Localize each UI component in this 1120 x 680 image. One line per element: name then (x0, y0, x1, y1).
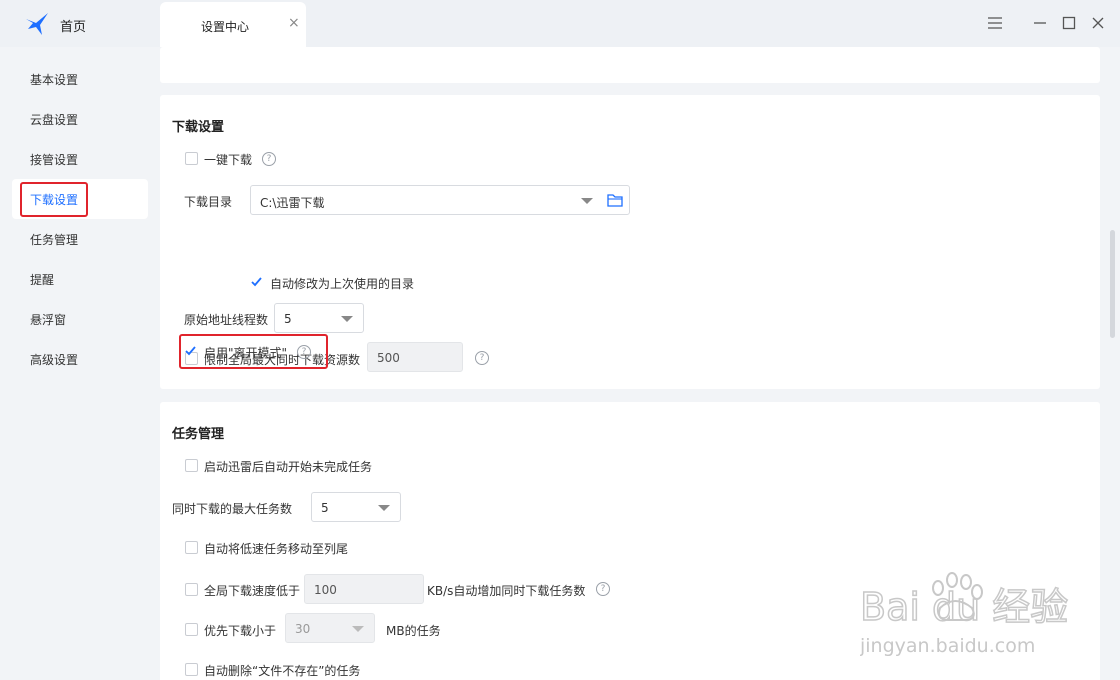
threads-label: 原始地址线程数 (184, 313, 269, 327)
sidebar-item-label: 接管设置 (30, 153, 79, 167)
minimize-icon[interactable] (1031, 14, 1049, 32)
download-dir-select[interactable]: C:\迅雷下载 (250, 185, 630, 215)
prefer-small-value: 30 (295, 622, 311, 636)
close-icon[interactable] (1089, 14, 1107, 32)
home-tab-label[interactable]: 首页 (60, 16, 86, 35)
speed-low-checkbox[interactable] (185, 583, 198, 596)
max-tasks-value: 5 (321, 501, 329, 515)
speed-low-input[interactable]: 100 (304, 574, 424, 604)
prefer-small-select[interactable]: 30 (285, 613, 375, 643)
limit-resources-input[interactable]: 500 (367, 342, 463, 372)
sidebar-item-label: 基本设置 (30, 73, 79, 87)
auto-start-checkbox[interactable] (185, 459, 198, 472)
tab-close-icon[interactable]: × (288, 16, 300, 30)
chevron-down-icon[interactable] (581, 198, 593, 204)
one-click-download-label: 一键下载 (204, 153, 253, 167)
limit-resources-value: 500 (377, 351, 400, 365)
sidebar-item-tasks[interactable]: 任务管理 (12, 219, 148, 259)
menu-icon[interactable] (986, 14, 1004, 32)
watermark-url: jingyan.baidu.com (860, 635, 1035, 657)
scrollbar[interactable] (1110, 230, 1115, 338)
previous-settings-card (160, 47, 1100, 83)
thunder-logo-icon[interactable] (24, 11, 50, 37)
title-bar: 首页 设置中心 × (0, 0, 1120, 47)
help-icon[interactable]: ? (262, 152, 276, 166)
tab-settings-center[interactable]: 设置中心 × (160, 2, 306, 47)
sidebar-item-cloud[interactable]: 云盘设置 (12, 99, 148, 139)
chevron-down-icon[interactable] (341, 316, 353, 322)
sidebar-item-floating-window[interactable]: 悬浮窗 (12, 299, 148, 339)
settings-sidebar: 基本设置 云盘设置 接管设置 下载设置 任务管理 提醒 悬浮窗 高级设置 (0, 47, 160, 680)
baidu-paw-logo: Bai du 经验 jingyan.baidu.com (859, 572, 1069, 657)
help-icon[interactable]: ? (475, 351, 489, 365)
download-dir-label: 下载目录 (184, 195, 233, 209)
help-icon[interactable]: ? (596, 582, 610, 596)
speed-low-suffix: KB/s自动增加同时下载任务数 (427, 584, 586, 598)
maximize-icon[interactable] (1060, 14, 1078, 32)
highlight-box (179, 334, 328, 369)
folder-icon[interactable] (607, 193, 623, 207)
auto-modify-checkbox[interactable] (250, 275, 263, 288)
watermark-brand: Bai du 经验 (860, 585, 1068, 629)
sidebar-item-label: 云盘设置 (30, 113, 79, 127)
section-title: 下载设置 (172, 120, 225, 135)
auto-start-label: 启动迅雷后自动开始未完成任务 (204, 460, 373, 474)
highlight-box (20, 182, 88, 217)
sidebar-item-reminder[interactable]: 提醒 (12, 259, 148, 299)
prefer-small-label: 优先下载小于 (204, 624, 277, 638)
sidebar-item-takeover[interactable]: 接管设置 (12, 139, 148, 179)
prefer-small-suffix: MB的任务 (386, 624, 441, 638)
speed-low-label: 全局下载速度低于 (204, 584, 301, 598)
sidebar-item-label: 任务管理 (30, 233, 79, 247)
speed-low-value: 100 (314, 583, 337, 597)
max-tasks-label: 同时下载的最大任务数 (172, 502, 293, 516)
auto-delete-checkbox[interactable] (185, 663, 198, 676)
sidebar-item-label: 高级设置 (30, 353, 79, 367)
baidu-jingyan-watermark: Bai du 经验 jingyan.baidu.com (859, 560, 1080, 670)
sidebar-item-basic[interactable]: 基本设置 (12, 59, 148, 99)
tab-label: 设置中心 (201, 20, 250, 34)
one-click-download-checkbox[interactable] (185, 152, 198, 165)
auto-delete-label: 自动删除“文件不存在”的任务 (204, 664, 361, 678)
prefer-small-checkbox[interactable] (185, 623, 198, 636)
sidebar-item-label: 提醒 (30, 273, 55, 287)
section-title: 任务管理 (172, 427, 225, 442)
auto-modify-label: 自动修改为上次使用的目录 (270, 277, 415, 291)
sidebar-item-advanced[interactable]: 高级设置 (12, 339, 148, 379)
threads-value: 5 (284, 312, 292, 326)
max-tasks-select[interactable]: 5 (311, 492, 401, 522)
sidebar-item-label: 悬浮窗 (30, 313, 67, 327)
download-dir-value: C:\迅雷下载 (260, 196, 325, 210)
move-slow-checkbox[interactable] (185, 541, 198, 554)
chevron-down-icon[interactable] (352, 626, 364, 632)
move-slow-label: 自动将低速任务移动至列尾 (204, 542, 349, 556)
threads-select[interactable]: 5 (274, 303, 364, 333)
chevron-down-icon[interactable] (378, 505, 390, 511)
